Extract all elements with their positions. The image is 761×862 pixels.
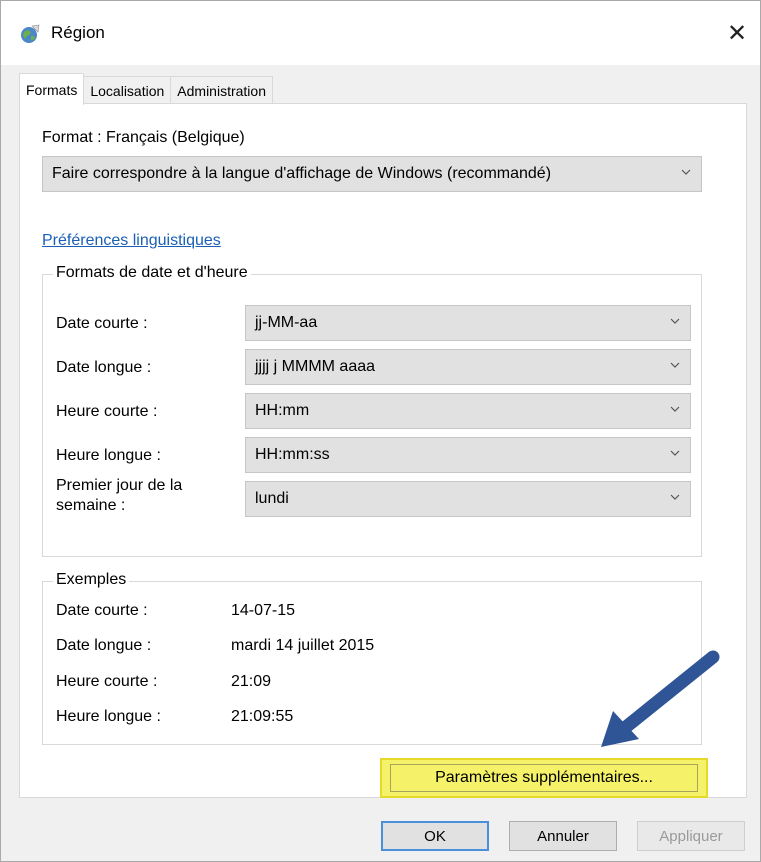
- example-long-time-label: Heure longue :: [56, 708, 161, 725]
- region-dialog: Région ✕ Formats Localisation Administra…: [0, 0, 761, 862]
- language-preferences-link[interactable]: Préférences linguistiques: [42, 232, 221, 250]
- format-select-value: Faire correspondre à la langue d'afficha…: [52, 165, 552, 182]
- tab-localisation[interactable]: Localisation: [83, 76, 172, 104]
- example-short-time-value: 21:09: [231, 673, 272, 690]
- date-time-formats-group: Formats de date et d'heure Date courte :…: [42, 264, 702, 557]
- example-short-date-label: Date courte :: [56, 602, 148, 619]
- additional-settings-button[interactable]: Paramètres supplémentaires...: [380, 758, 708, 798]
- format-label: Format : Français (Belgique): [42, 129, 245, 146]
- close-button[interactable]: ✕: [714, 11, 760, 55]
- globe-region-icon: [21, 24, 40, 43]
- window-title: Région: [51, 23, 105, 42]
- tab-strip: Formats Localisation Administration: [19, 73, 273, 105]
- chevron-down-icon: [670, 450, 680, 456]
- long-time-select[interactable]: HH:mm:ss: [245, 437, 691, 473]
- tab-administration[interactable]: Administration: [170, 76, 273, 104]
- additional-settings-label: Paramètres supplémentaires...: [390, 764, 698, 792]
- short-time-value: HH:mm: [255, 402, 310, 419]
- example-short-date-value: 14-07-15: [231, 602, 296, 619]
- close-icon: ✕: [726, 19, 748, 47]
- long-time-value: HH:mm:ss: [255, 446, 330, 463]
- long-time-label: Heure longue :: [56, 447, 161, 464]
- chevron-down-icon: [670, 318, 680, 324]
- example-long-date-value: mardi 14 juillet 2015: [231, 637, 375, 654]
- group-legend: Formats de date et d'heure: [53, 264, 251, 282]
- long-date-select[interactable]: jjjj j MMMM aaaa: [245, 349, 691, 385]
- first-day-select[interactable]: lundi: [245, 481, 691, 517]
- group-legend: Exemples: [53, 571, 130, 589]
- short-time-select[interactable]: HH:mm: [245, 393, 691, 429]
- short-date-select[interactable]: jj-MM-aa: [245, 305, 691, 341]
- chevron-down-icon: [670, 362, 680, 368]
- title-bar: Région ✕: [1, 1, 760, 65]
- first-day-value: lundi: [255, 490, 289, 507]
- long-date-label: Date longue :: [56, 359, 152, 376]
- example-short-time-label: Heure courte :: [56, 673, 158, 690]
- long-date-value: jjjj j MMMM aaaa: [255, 358, 376, 375]
- first-day-label-line2: semaine :: [56, 497, 126, 514]
- short-date-value: jj-MM-aa: [255, 314, 318, 331]
- chevron-down-icon: [670, 494, 680, 500]
- example-long-time-value: 21:09:55: [231, 708, 294, 725]
- chevron-down-icon: [681, 169, 691, 175]
- first-day-label: Premier jour de la semaine :: [56, 476, 182, 516]
- format-select[interactable]: Faire correspondre à la langue d'afficha…: [42, 156, 702, 192]
- first-day-label-line1: Premier jour de la: [56, 477, 183, 494]
- ok-button[interactable]: OK: [381, 821, 489, 851]
- chevron-down-icon: [670, 406, 680, 412]
- annotation-arrow-icon: [601, 650, 720, 747]
- example-long-date-label: Date longue :: [56, 637, 152, 654]
- tab-formats[interactable]: Formats: [19, 73, 85, 105]
- cancel-button[interactable]: Annuler: [509, 821, 617, 851]
- apply-button[interactable]: Appliquer: [637, 821, 745, 851]
- short-time-label: Heure courte :: [56, 403, 158, 420]
- short-date-label: Date courte :: [56, 315, 148, 332]
